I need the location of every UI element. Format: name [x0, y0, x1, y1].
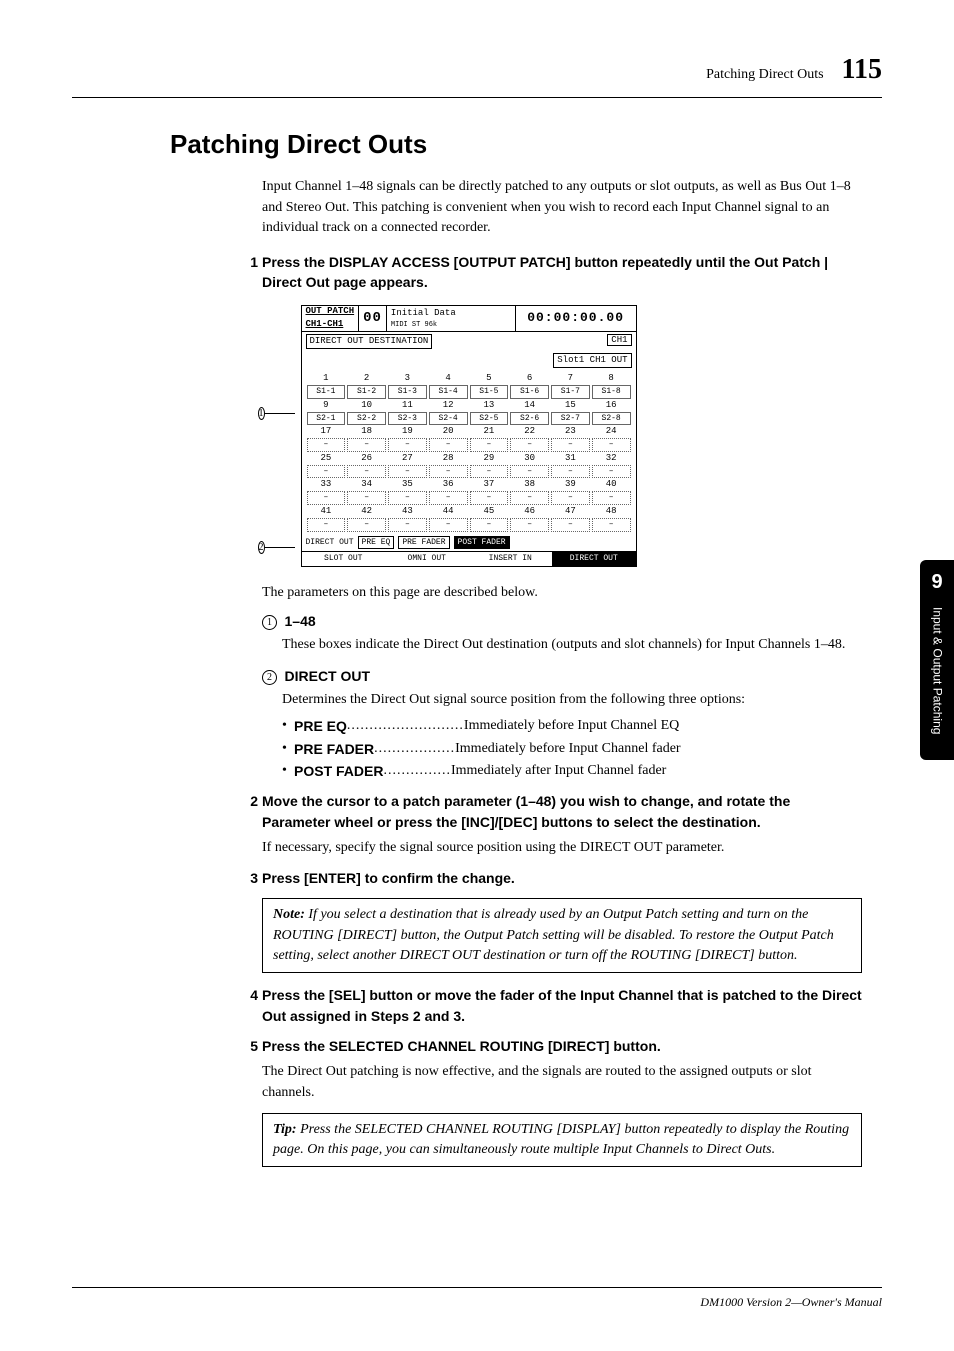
- note-label: Note:: [273, 907, 305, 922]
- param-1: 1 1–48 These boxes indicate the Direct O…: [262, 611, 862, 656]
- chapter-label: Input & Output Patching: [928, 607, 945, 734]
- lcd-badges: MIDI ST 96k: [391, 320, 511, 330]
- step-text: Press the DISPLAY ACCESS [OUTPUT PATCH] …: [262, 252, 862, 293]
- lcd-btn-pre-fader: PRE FADER: [398, 536, 449, 550]
- chapter-tab: 9 Input & Output Patching: [920, 560, 954, 760]
- param-2-options: •PRE EQ..........................Immedia…: [282, 716, 862, 781]
- lcd-section-label: DIRECT OUT DESTINATION: [306, 334, 433, 349]
- lcd-grid: 12345678 S1-1S1-2S1-3S1-4S1-5S1-6S1-7S1-…: [302, 370, 636, 534]
- lcd-subtitle: CH1-CH1: [306, 318, 355, 331]
- param-1-title: 1–48: [285, 613, 316, 629]
- step-body: If necessary, specify the signal source …: [262, 838, 862, 858]
- lcd-tab-insert-in: INSERT IN: [469, 551, 553, 566]
- param-2: 2 DIRECT OUT Determines the Direct Out s…: [262, 666, 862, 781]
- section-heading: Patching Direct Outs: [170, 126, 882, 164]
- lcd-scene-name: Initial Data: [391, 307, 511, 320]
- page-footer: DM1000 Version 2—Owner's Manual: [72, 1287, 882, 1311]
- step-3: 3 Press [ENTER] to confirm the change.: [262, 868, 862, 888]
- step-number: 1: [234, 252, 258, 272]
- param-2-desc: Determines the Direct Out signal source …: [282, 690, 862, 710]
- callout-column: 1 2: [258, 305, 295, 567]
- step-number: 4: [234, 985, 258, 1005]
- note-box: Note: If you select a destination that i…: [262, 898, 862, 973]
- tip-body: Press the SELECTED CHANNEL ROUTING [DISP…: [273, 1122, 849, 1157]
- step-number: 2: [234, 791, 258, 811]
- step-text: Press [ENTER] to confirm the change.: [262, 868, 862, 888]
- callout-2: 2: [258, 541, 265, 554]
- param-2-title: DIRECT OUT: [285, 668, 371, 684]
- lcd-channel-number: 00: [359, 306, 387, 331]
- lcd-dout-label: DIRECT OUT: [306, 537, 354, 549]
- lcd-figure: 1 2 OUT PATCH CH1-CH1 00 Initial Data MI…: [12, 305, 882, 567]
- lcd-tab-slot-out: SLOT OUT: [302, 551, 386, 566]
- tip-label: Tip:: [273, 1122, 297, 1137]
- lcd-screen: OUT PATCH CH1-CH1 00 Initial Data MIDI S…: [301, 305, 637, 567]
- step-text: Press the SELECTED CHANNEL ROUTING [DIRE…: [262, 1036, 862, 1056]
- lcd-tab-omni-out: OMNI OUT: [385, 551, 469, 566]
- step-text: Move the cursor to a patch parameter (1–…: [262, 791, 862, 832]
- params-intro: The parameters on this page are describe…: [262, 583, 862, 603]
- lcd-timecode: 00:00:00.00: [516, 309, 636, 328]
- step-4: 4 Press the [SEL] button or move the fad…: [262, 985, 862, 1026]
- param-1-desc: These boxes indicate the Direct Out dest…: [282, 635, 862, 655]
- step-number: 3: [234, 868, 258, 888]
- param-1-circle: 1: [262, 615, 277, 630]
- note-body: If you select a destination that is alre…: [273, 907, 834, 963]
- header-title: Patching Direct Outs: [706, 65, 823, 85]
- lcd-btn-post-fader: POST FADER: [454, 536, 510, 550]
- lcd-ch-box: CH1: [607, 334, 631, 346]
- intro-paragraph: Input Channel 1–48 signals can be direct…: [262, 177, 862, 238]
- header-page-number: 115: [842, 50, 882, 91]
- step-number: 5: [234, 1036, 258, 1056]
- param-2-circle: 2: [262, 670, 277, 685]
- step-body: The Direct Out patching is now effective…: [262, 1062, 862, 1103]
- step-text: Press the [SEL] button or move the fader…: [262, 985, 862, 1026]
- page-header: Patching Direct Outs 115: [72, 50, 882, 98]
- tip-box: Tip: Press the SELECTED CHANNEL ROUTING …: [262, 1113, 862, 1168]
- step-1: 1 Press the DISPLAY ACCESS [OUTPUT PATCH…: [262, 252, 862, 293]
- step-2: 2 Move the cursor to a patch parameter (…: [262, 791, 862, 858]
- lcd-tab-direct-out: DIRECT OUT: [552, 551, 636, 566]
- lcd-btn-pre-eq: PRE EQ: [358, 536, 395, 550]
- callout-1: 1: [258, 407, 265, 420]
- step-5: 5 Press the SELECTED CHANNEL ROUTING [DI…: [262, 1036, 862, 1103]
- lcd-title: OUT PATCH: [306, 305, 355, 318]
- lcd-dest-box: Slot1 CH1 OUT: [553, 353, 631, 368]
- chapter-number: 9: [931, 568, 942, 597]
